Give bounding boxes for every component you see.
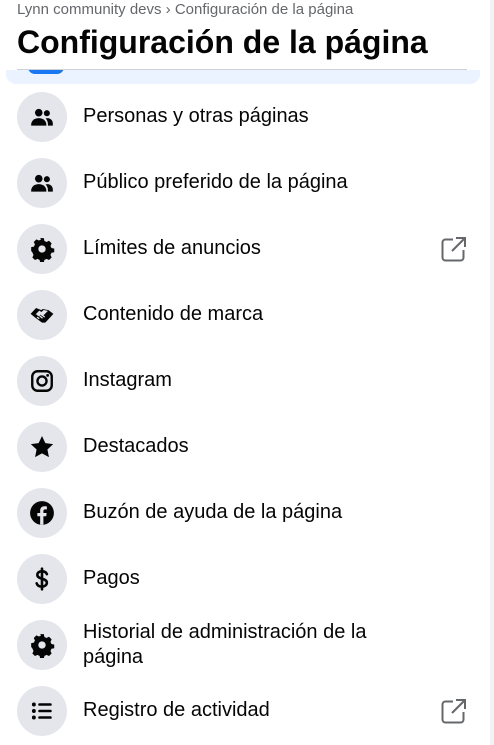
list-icon: [17, 686, 67, 736]
gear-icon: [17, 620, 67, 670]
settings-item-label: Límites de anuncios: [83, 237, 261, 259]
settings-item-label: Personas y otras páginas: [83, 105, 309, 127]
settings-item-label: Historial de administración de la página: [83, 621, 367, 668]
settings-item-registro-actividad[interactable]: Registro de actividad: [0, 678, 494, 744]
settings-item-label: Buzón de ayuda de la página: [83, 501, 343, 523]
dollar-icon: [17, 554, 67, 604]
settings-item-destacados[interactable]: Destacados: [0, 414, 494, 480]
instagram-icon: [17, 356, 67, 406]
people-icon: [17, 158, 67, 208]
external-link-icon: [441, 698, 467, 724]
settings-list: Personas y otras páginas Público preferi…: [0, 84, 494, 744]
settings-item-limites[interactable]: Límites de anuncios: [0, 216, 494, 282]
facebook-icon: [17, 488, 67, 538]
gear-icon: [17, 224, 67, 274]
people-icon: [17, 92, 67, 142]
page-title: Configuración de la página: [17, 24, 428, 60]
settings-item-label: Contenido de marca: [83, 303, 264, 325]
settings-item-label: Instagram: [83, 369, 172, 391]
settings-item-instagram[interactable]: Instagram: [0, 348, 494, 414]
settings-item-label: Pagos: [83, 567, 140, 589]
scrollbar[interactable]: [490, 0, 494, 745]
settings-item-contenido-marca[interactable]: Contenido de marca: [0, 282, 494, 348]
settings-item-label: Público preferido de la página: [83, 171, 348, 193]
settings-item-publico[interactable]: Público preferido de la página: [0, 150, 494, 216]
settings-item-buzon-ayuda[interactable]: Buzón de ayuda de la página: [0, 480, 494, 546]
breadcrumb[interactable]: Lynn community devs › Configuración de l…: [17, 0, 353, 20]
settings-item-personas[interactable]: Personas y otras páginas: [0, 84, 494, 150]
external-link-icon: [441, 236, 467, 262]
scrolled-item-icon: [28, 70, 64, 74]
settings-item-historial-admin[interactable]: Historial de administración de la página: [0, 612, 494, 678]
settings-item-label: Registro de actividad: [83, 699, 270, 721]
settings-item-pagos[interactable]: Pagos: [0, 546, 494, 612]
settings-item-label: Destacados: [83, 435, 189, 457]
scrolled-item-partial[interactable]: [6, 70, 480, 84]
handshake-icon: [17, 290, 67, 340]
star-icon: [17, 422, 67, 472]
